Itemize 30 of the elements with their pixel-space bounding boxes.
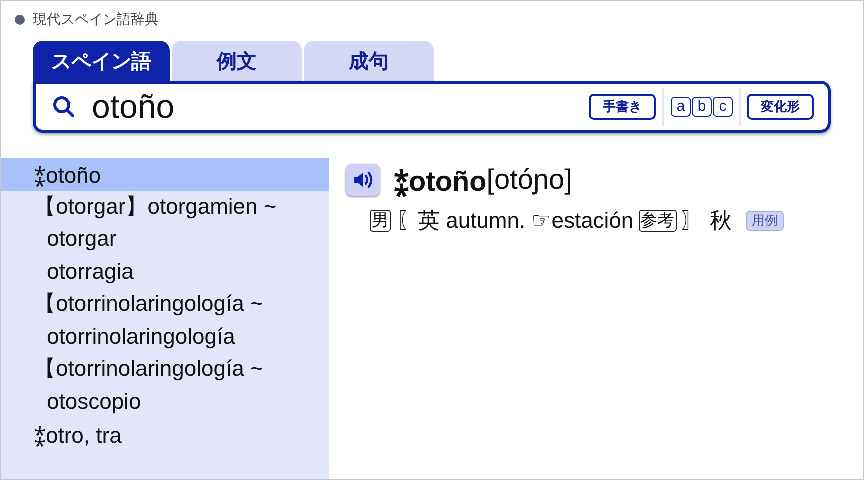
label-tag: 参考	[638, 210, 677, 232]
letter-button[interactable]: b	[692, 97, 712, 117]
speaker-icon	[352, 170, 374, 190]
result-item[interactable]: otorgar	[1, 223, 329, 256]
search-option-button[interactable]: 変化形	[747, 94, 814, 120]
result-item[interactable]: ⁑otro, tra	[1, 418, 329, 450]
result-item[interactable]: otorragia	[1, 256, 329, 288]
result-item[interactable]: otorrinolaringología	[1, 320, 329, 353]
letter-button[interactable]: c	[713, 97, 733, 117]
result-item[interactable]: 【otorgar】otorgamien ~	[1, 190, 329, 223]
definition-text: 〖英 autumn. ☞estación	[396, 207, 634, 235]
letter-button[interactable]: a	[671, 97, 691, 117]
result-item[interactable]: 【otorrinolaringología ~	[1, 353, 329, 386]
tab[interactable]: 成句	[304, 41, 434, 81]
definition-text: 〗 秋	[682, 207, 732, 235]
example-button[interactable]: 用例	[746, 211, 784, 231]
tab[interactable]: 例文	[172, 41, 302, 81]
search-field[interactable]: otoño 手書き a b c 変化形	[33, 81, 831, 133]
bullet-icon	[15, 15, 25, 25]
app-title: 現代スペイン語辞典	[33, 11, 159, 29]
search-icon	[52, 95, 76, 119]
result-item[interactable]: ⁑otoño	[1, 158, 329, 190]
label-tag: 男	[370, 210, 391, 232]
speaker-button[interactable]	[346, 164, 380, 196]
search-option-button[interactable]: 手書き	[589, 94, 656, 120]
headword: ⁑otoño	[394, 165, 487, 199]
result-item[interactable]: otoscopio	[1, 386, 329, 418]
tab[interactable]: スペイン語	[33, 41, 170, 81]
result-item[interactable]: 【otorrinolaringología ~	[1, 288, 329, 320]
pronunciation: [otóɲo]	[486, 164, 572, 196]
